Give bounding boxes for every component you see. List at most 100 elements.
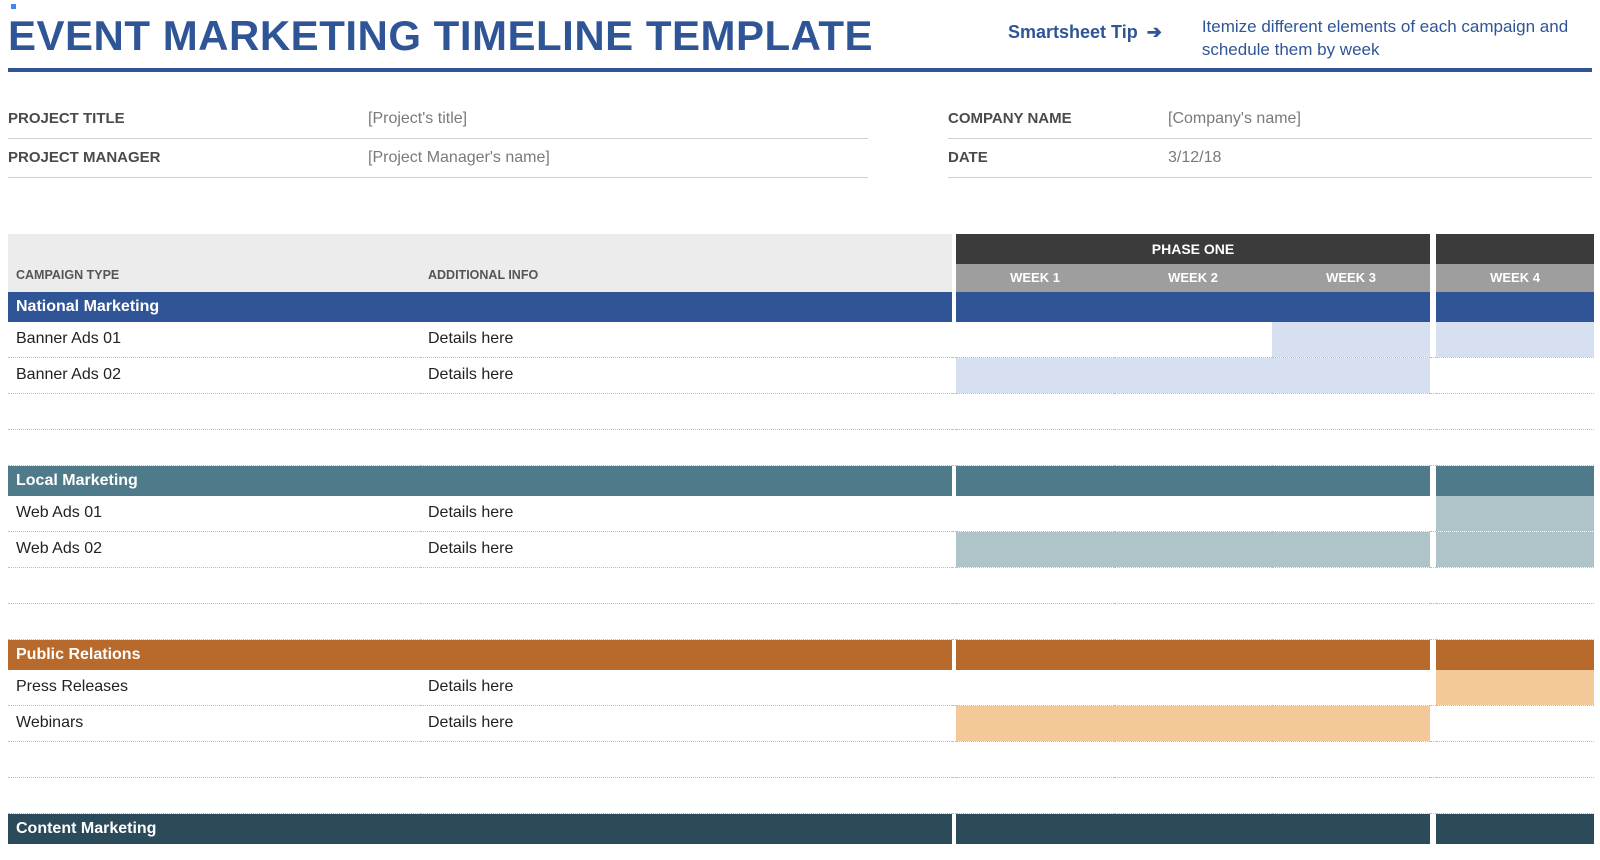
gantt-bar[interactable] <box>1436 322 1594 357</box>
table-row[interactable] <box>8 604 1594 640</box>
section-header-cell[interactable] <box>956 466 1114 496</box>
timeline-cell[interactable] <box>1272 532 1430 568</box>
gantt-bar[interactable] <box>956 706 1114 741</box>
timeline-cell[interactable] <box>1436 604 1594 640</box>
section-header-cell[interactable] <box>1272 292 1430 322</box>
section-title[interactable]: Local Marketing <box>8 466 952 496</box>
info-cell[interactable]: Details here <box>420 670 952 706</box>
section-header-row[interactable]: National Marketing <box>8 292 1594 322</box>
info-cell[interactable] <box>420 430 952 466</box>
table-row[interactable]: Banner Ads 02Details here <box>8 358 1594 394</box>
timeline-cell[interactable] <box>1272 706 1430 742</box>
campaign-cell[interactable] <box>8 742 420 778</box>
table-row[interactable] <box>8 778 1594 814</box>
smartsheet-tip-link[interactable]: Smartsheet Tip ➔ <box>1008 12 1162 43</box>
timeline-cell[interactable] <box>1436 358 1594 394</box>
timeline-cell[interactable] <box>1114 394 1272 430</box>
info-cell[interactable] <box>420 778 952 814</box>
timeline-cell[interactable] <box>1114 322 1272 358</box>
info-cell[interactable]: Details here <box>420 532 952 568</box>
timeline-cell[interactable] <box>956 496 1114 532</box>
table-row[interactable]: Web Ads 01Details here <box>8 496 1594 532</box>
gantt-bar[interactable] <box>1436 532 1594 567</box>
timeline-cell[interactable] <box>1272 604 1430 640</box>
timeline-cell[interactable] <box>1272 322 1430 358</box>
col-week-2[interactable]: WEEK 2 <box>1114 264 1272 292</box>
section-header-cell[interactable] <box>1436 466 1594 496</box>
gantt-bar[interactable] <box>956 532 1114 567</box>
section-title[interactable]: Public Relations <box>8 640 952 670</box>
section-header-cell[interactable] <box>1114 292 1272 322</box>
table-row[interactable]: Web Ads 02Details here <box>8 532 1594 568</box>
col-additional-info[interactable]: ADDITIONAL INFO <box>420 234 952 292</box>
gantt-bar[interactable] <box>1114 532 1272 567</box>
gantt-bar[interactable] <box>1436 670 1594 705</box>
timeline-cell[interactable] <box>1272 778 1430 814</box>
gantt-bar[interactable] <box>1272 532 1430 567</box>
gantt-bar[interactable] <box>1272 322 1430 357</box>
timeline-cell[interactable] <box>956 706 1114 742</box>
campaign-cell[interactable]: Web Ads 01 <box>8 496 420 532</box>
timeline-cell[interactable] <box>1436 778 1594 814</box>
timeline-cell[interactable] <box>1436 532 1594 568</box>
timeline-cell[interactable] <box>1436 430 1594 466</box>
campaign-cell[interactable]: Web Ads 02 <box>8 532 420 568</box>
timeline-cell[interactable] <box>1436 496 1594 532</box>
section-header-cell[interactable] <box>1114 466 1272 496</box>
col-campaign-type[interactable]: CAMPAIGN TYPE <box>8 234 420 292</box>
timeline-cell[interactable] <box>956 358 1114 394</box>
table-row[interactable] <box>8 430 1594 466</box>
timeline-cell[interactable] <box>1436 568 1594 604</box>
section-header-cell[interactable] <box>1436 640 1594 670</box>
date-value[interactable]: 3/12/18 <box>1168 139 1592 178</box>
timeline-cell[interactable] <box>1114 532 1272 568</box>
cell-selection-handle[interactable] <box>10 3 17 10</box>
timeline-cell[interactable] <box>1114 430 1272 466</box>
table-row[interactable]: Banner Ads 01Details here <box>8 322 1594 358</box>
campaign-cell[interactable] <box>8 430 420 466</box>
timeline-cell[interactable] <box>1272 358 1430 394</box>
info-cell[interactable]: Details here <box>420 322 952 358</box>
timeline-cell[interactable] <box>956 532 1114 568</box>
timeline-cell[interactable] <box>1114 706 1272 742</box>
campaign-cell[interactable] <box>8 568 420 604</box>
timeline-cell[interactable] <box>1436 706 1594 742</box>
timeline-cell[interactable] <box>956 778 1114 814</box>
timeline-cell[interactable] <box>1272 742 1430 778</box>
campaign-cell[interactable]: Banner Ads 02 <box>8 358 420 394</box>
gantt-bar[interactable] <box>1114 358 1272 393</box>
timeline-cell[interactable] <box>956 568 1114 604</box>
section-header-row[interactable]: Local Marketing <box>8 466 1594 496</box>
campaign-cell[interactable]: Press Releases <box>8 670 420 706</box>
timeline-cell[interactable] <box>956 670 1114 706</box>
timeline-cell[interactable] <box>1436 670 1594 706</box>
timeline-cell[interactable] <box>1114 778 1272 814</box>
timeline-cell[interactable] <box>1272 496 1430 532</box>
section-header-cell[interactable] <box>1114 640 1272 670</box>
timeline-cell[interactable] <box>1114 496 1272 532</box>
campaign-cell[interactable] <box>8 604 420 640</box>
timeline-cell[interactable] <box>1436 742 1594 778</box>
project-manager-value[interactable]: [Project Manager's name] <box>368 139 868 178</box>
table-row[interactable] <box>8 394 1594 430</box>
info-cell[interactable] <box>420 568 952 604</box>
section-header-row[interactable]: Content Marketing <box>8 814 1594 844</box>
info-cell[interactable] <box>420 742 952 778</box>
project-title-value[interactable]: [Project's title] <box>368 100 868 139</box>
timeline-cell[interactable] <box>1114 742 1272 778</box>
info-cell[interactable]: Details here <box>420 358 952 394</box>
section-title[interactable]: Content Marketing <box>8 814 952 844</box>
timeline-cell[interactable] <box>1114 670 1272 706</box>
section-title[interactable]: National Marketing <box>8 292 952 322</box>
timeline-cell[interactable] <box>956 604 1114 640</box>
phase-header[interactable]: PHASE ONE <box>956 234 1430 264</box>
timeline-cell[interactable] <box>1114 358 1272 394</box>
campaign-cell[interactable]: Banner Ads 01 <box>8 322 420 358</box>
col-week-3[interactable]: WEEK 3 <box>1272 264 1430 292</box>
timeline-cell[interactable] <box>956 742 1114 778</box>
gantt-bar[interactable] <box>1114 706 1272 741</box>
table-row[interactable]: Press ReleasesDetails here <box>8 670 1594 706</box>
col-week-1[interactable]: WEEK 1 <box>956 264 1114 292</box>
campaign-cell[interactable] <box>8 394 420 430</box>
gantt-bar[interactable] <box>1436 496 1594 531</box>
